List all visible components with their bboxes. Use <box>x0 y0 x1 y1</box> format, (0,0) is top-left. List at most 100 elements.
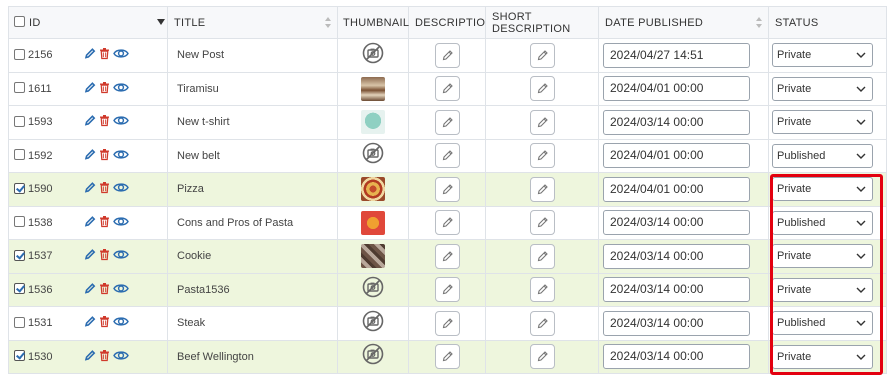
row-checkbox[interactable] <box>14 48 25 60</box>
date-published-input[interactable]: 2024/04/01 00:00 <box>603 176 750 202</box>
edit-short-description-button[interactable] <box>529 143 555 169</box>
trash-icon[interactable] <box>99 249 110 264</box>
edit-description-button[interactable] <box>434 210 460 236</box>
table-row[interactable]: 1593 New t-shirt 2024/03/14 00:00 Privat… <box>8 105 887 140</box>
view-eye-icon[interactable] <box>113 81 129 96</box>
column-header-date-published[interactable]: DATE PUBLISHED <box>598 6 769 39</box>
edit-short-description-button[interactable] <box>529 210 555 236</box>
edit-description-button[interactable] <box>434 176 460 202</box>
thumbnail-cell[interactable] <box>337 272 409 307</box>
title-cell[interactable]: Beef Wellington <box>167 339 338 374</box>
view-eye-icon[interactable] <box>113 316 129 331</box>
table-row[interactable]: 1590 Pizza 2024/04/01 00:00 Private <box>8 172 887 207</box>
edit-short-description-button[interactable] <box>529 76 555 102</box>
status-select[interactable]: Published <box>772 311 873 336</box>
cookie-thumbnail[interactable] <box>361 244 385 269</box>
column-filter-caret-icon[interactable] <box>157 19 165 25</box>
row-checkbox[interactable] <box>14 115 25 127</box>
trash-icon[interactable] <box>99 81 110 96</box>
edit-description-button[interactable] <box>434 109 460 135</box>
edit-icon[interactable] <box>84 182 96 197</box>
table-row[interactable]: 1611 Tiramisu 2024/04/01 00:00 Private <box>8 71 887 106</box>
row-checkbox[interactable] <box>14 216 25 228</box>
edit-short-description-button[interactable] <box>529 310 555 336</box>
table-row[interactable]: 2156 New Post 2024/04/27 14:51 Private <box>8 38 887 73</box>
trash-icon[interactable] <box>99 316 110 331</box>
view-eye-icon[interactable] <box>113 148 129 163</box>
trash-icon[interactable] <box>99 349 110 364</box>
edit-description-button[interactable] <box>434 143 460 169</box>
edit-description-button[interactable] <box>434 277 460 303</box>
title-cell[interactable]: New t-shirt <box>167 105 338 140</box>
date-published-input[interactable]: 2024/03/14 00:00 <box>603 310 750 336</box>
edit-short-description-button[interactable] <box>529 344 555 370</box>
thumbnail-cell[interactable] <box>337 239 409 274</box>
edit-icon[interactable] <box>84 81 96 96</box>
thumbnail-cell[interactable] <box>337 339 409 374</box>
row-checkbox[interactable] <box>14 350 25 362</box>
title-cell[interactable]: Cookie <box>167 239 338 274</box>
edit-icon[interactable] <box>84 349 96 364</box>
date-published-input[interactable]: 2024/03/14 00:00 <box>603 243 750 269</box>
status-select[interactable]: Private <box>772 110 873 135</box>
edit-icon[interactable] <box>84 249 96 264</box>
table-row[interactable]: 1536 Pasta1536 2024/03/14 00:00 Private <box>8 272 887 307</box>
thumbnail-cell[interactable] <box>337 306 409 341</box>
view-eye-icon[interactable] <box>113 48 129 63</box>
row-checkbox[interactable] <box>14 82 25 94</box>
date-published-input[interactable]: 2024/03/14 00:00 <box>603 109 750 135</box>
thumbnail-cell[interactable] <box>337 105 409 140</box>
edit-icon[interactable] <box>84 115 96 130</box>
thumbnail-cell[interactable] <box>337 71 409 106</box>
title-cell[interactable]: New belt <box>167 138 338 173</box>
edit-icon[interactable] <box>84 282 96 297</box>
trash-icon[interactable] <box>99 148 110 163</box>
column-header-id[interactable]: ID <box>8 6 168 39</box>
thumbnail-cell[interactable] <box>337 38 409 73</box>
row-checkbox[interactable] <box>14 149 25 161</box>
pasta-thumbnail[interactable] <box>361 210 385 235</box>
title-cell[interactable]: Steak <box>167 306 338 341</box>
date-published-input[interactable]: 2024/04/01 00:00 <box>603 76 750 102</box>
row-checkbox[interactable] <box>14 182 25 194</box>
row-checkbox[interactable] <box>14 249 25 261</box>
edit-description-button[interactable] <box>434 76 460 102</box>
column-header-title[interactable]: TITLE <box>167 6 338 39</box>
view-eye-icon[interactable] <box>113 282 129 297</box>
title-cell[interactable]: New Post <box>167 38 338 73</box>
edit-short-description-button[interactable] <box>529 176 555 202</box>
edit-description-button[interactable] <box>434 310 460 336</box>
view-eye-icon[interactable] <box>113 249 129 264</box>
table-row[interactable]: 1537 Cookie 2024/03/14 00:00 Private <box>8 239 887 274</box>
title-cell[interactable]: Pizza <box>167 172 338 207</box>
thumbnail-cell[interactable] <box>337 205 409 240</box>
status-select[interactable]: Published <box>772 210 873 235</box>
sort-icon[interactable] <box>325 17 331 28</box>
edit-short-description-button[interactable] <box>529 109 555 135</box>
date-published-input[interactable]: 2024/03/14 00:00 <box>603 344 750 370</box>
row-checkbox[interactable] <box>14 316 25 328</box>
tiramisu-thumbnail[interactable] <box>361 76 385 101</box>
edit-description-button[interactable] <box>434 42 460 68</box>
date-published-input[interactable]: 2024/03/14 00:00 <box>603 210 750 236</box>
trash-icon[interactable] <box>99 115 110 130</box>
trash-icon[interactable] <box>99 215 110 230</box>
table-row[interactable]: 1530 Beef Wellington 2024/03/14 00:00 Pr… <box>8 339 887 374</box>
sort-icon[interactable] <box>756 17 762 28</box>
table-row[interactable]: 1531 Steak 2024/03/14 00:00 Published <box>8 306 887 341</box>
status-select[interactable]: Private <box>772 43 873 68</box>
status-select[interactable]: Private <box>772 344 873 369</box>
edit-icon[interactable] <box>84 48 96 63</box>
edit-icon[interactable] <box>84 215 96 230</box>
trash-icon[interactable] <box>99 182 110 197</box>
date-published-input[interactable]: 2024/04/27 14:51 <box>603 42 750 68</box>
title-cell[interactable]: Tiramisu <box>167 71 338 106</box>
status-select[interactable]: Published <box>772 143 873 168</box>
status-select[interactable]: Private <box>772 277 873 302</box>
view-eye-icon[interactable] <box>113 182 129 197</box>
status-select[interactable]: Private <box>772 76 873 101</box>
pizza-thumbnail[interactable] <box>361 177 385 202</box>
thumbnail-cell[interactable] <box>337 172 409 207</box>
edit-description-button[interactable] <box>434 243 460 269</box>
table-row[interactable]: 1592 New belt 2024/04/01 00:00 Published <box>8 138 887 173</box>
